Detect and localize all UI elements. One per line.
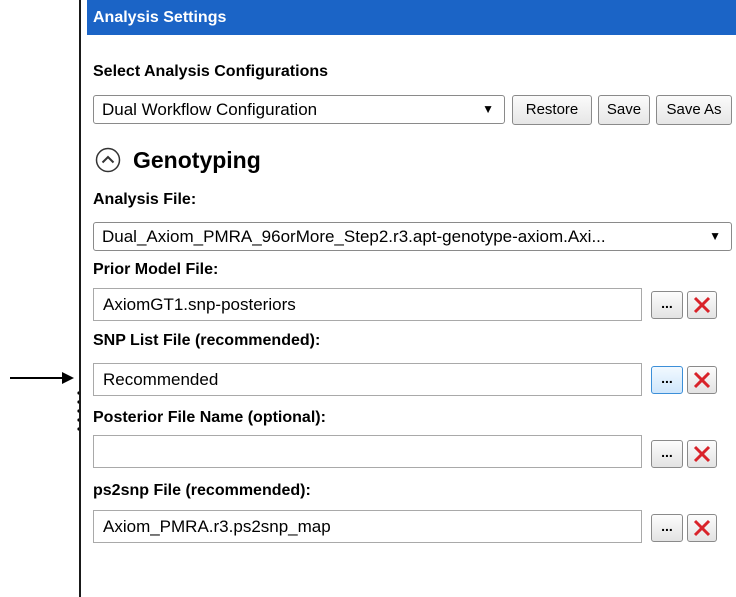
config-label: Select Analysis Configurations — [93, 63, 329, 80]
triangle-down-icon: ▼ — [709, 229, 721, 243]
ellipsis-icon: ... — [661, 295, 673, 311]
posterior-file-clear-button[interactable] — [687, 440, 717, 468]
snp-list-label: SNP List File (recommended): — [93, 332, 321, 349]
ps2snp-clear-button[interactable] — [687, 514, 717, 542]
save-button[interactable]: Save — [598, 95, 650, 125]
analysis-file-select[interactable]: Dual_Axiom_PMRA_96orMore_Step2.r3.apt-ge… — [93, 222, 732, 251]
red-x-icon — [693, 519, 711, 537]
snp-list-clear-button[interactable] — [687, 366, 717, 394]
collapse-chevron-up-icon[interactable] — [95, 147, 121, 173]
prior-model-input[interactable]: AxiomGT1.snp-posteriors — [93, 288, 642, 321]
config-select-value: Dual Workflow Configuration — [102, 100, 318, 119]
triangle-down-icon: ▼ — [482, 102, 494, 116]
ps2snp-input[interactable]: Axiom_PMRA.r3.ps2snp_map — [93, 510, 642, 543]
panel-title: Analysis Settings — [87, 0, 736, 35]
ps2snp-browse-button[interactable]: ... — [651, 514, 683, 542]
prior-model-clear-button[interactable] — [687, 291, 717, 319]
config-select[interactable]: Dual Workflow Configuration ▼ — [93, 95, 505, 124]
screenshot-stage: Analysis Settings Select Analysis Config… — [0, 0, 736, 597]
prior-model-browse-button[interactable]: ... — [651, 291, 683, 319]
section-title: Genotyping — [133, 147, 261, 173]
analysis-file-value: Dual_Axiom_PMRA_96orMore_Step2.r3.apt-ge… — [102, 227, 606, 246]
arrow-right-icon — [10, 372, 74, 384]
ellipsis-icon: ... — [661, 518, 673, 534]
analysis-file-label: Analysis File: — [93, 191, 197, 208]
posterior-file-browse-button[interactable]: ... — [651, 440, 683, 468]
restore-button[interactable]: Restore — [512, 95, 592, 125]
snp-list-browse-button[interactable]: ... — [651, 366, 683, 394]
analysis-settings-panel: Analysis Settings Select Analysis Config… — [79, 0, 736, 597]
ps2snp-label: ps2snp File (recommended): — [93, 482, 311, 499]
posterior-file-label: Posterior File Name (optional): — [93, 409, 326, 426]
prior-model-label: Prior Model File: — [93, 261, 219, 278]
red-x-icon — [693, 371, 711, 389]
snp-list-input[interactable]: Recommended — [93, 363, 642, 396]
posterior-file-input[interactable] — [93, 435, 642, 468]
ellipsis-icon: ... — [661, 444, 673, 460]
save-as-button[interactable]: Save As — [656, 95, 732, 125]
ellipsis-icon: ... — [661, 370, 673, 386]
red-x-icon — [693, 445, 711, 463]
red-x-icon — [693, 296, 711, 314]
